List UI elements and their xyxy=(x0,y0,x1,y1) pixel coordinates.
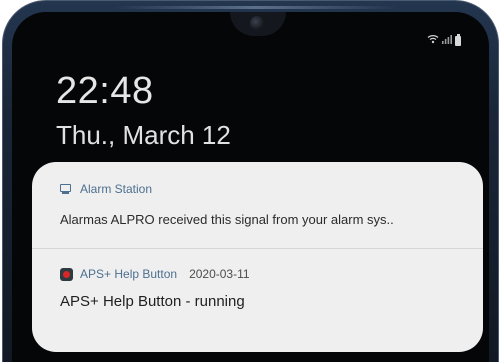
help-button-icon xyxy=(60,267,73,281)
phone-photo: 22:48 Thu., March 12 Alarm Station Alarm… xyxy=(0,0,501,362)
app-name: Alarm Station xyxy=(80,182,153,196)
clock-date: Thu., March 12 xyxy=(56,120,231,150)
notification-alarm-station[interactable]: Alarm Station Alarmas ALPRO received thi… xyxy=(32,162,483,248)
monitor-icon xyxy=(60,183,73,195)
clock-time: 22:48 xyxy=(56,70,154,112)
signal-icon xyxy=(442,34,452,47)
bezel-highlight xyxy=(113,6,398,9)
app-name: APS+ Help Button xyxy=(80,267,178,281)
front-camera-icon xyxy=(250,16,264,30)
notification-text: Alarmas ALPRO received this signal from … xyxy=(60,212,394,227)
lock-screen: 22:48 Thu., March 12 Alarm Station Alarm… xyxy=(12,12,489,362)
notification-header: APS+ Help Button 2020-03-11 xyxy=(60,267,250,281)
notification-header: Alarm Station xyxy=(60,182,152,196)
wifi-icon xyxy=(427,34,439,47)
battery-icon xyxy=(455,33,461,46)
notification-timestamp: 2020-03-11 xyxy=(189,267,250,281)
status-bar xyxy=(427,33,461,47)
notification-text: APS+ Help Button - running xyxy=(60,293,245,310)
notification-panel: Alarm Station Alarmas ALPRO received thi… xyxy=(32,162,483,352)
notification-aps-help-button[interactable]: APS+ Help Button 2020-03-11 APS+ Help Bu… xyxy=(32,249,483,352)
